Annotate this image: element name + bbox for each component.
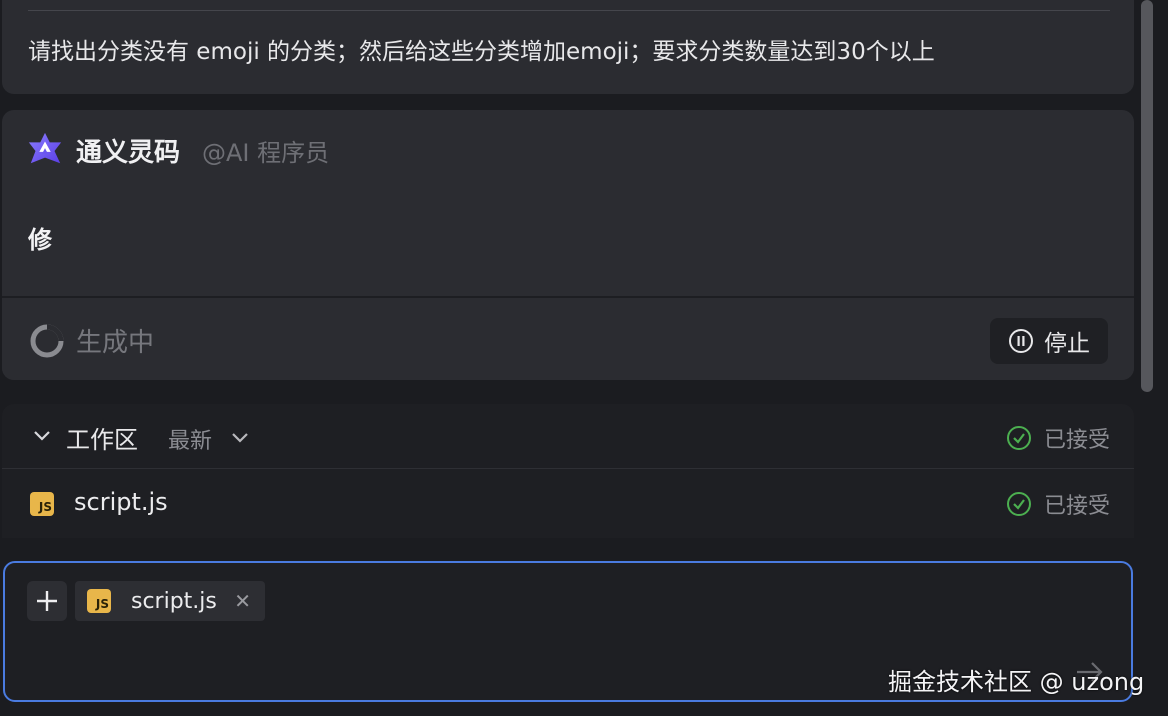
divider	[2, 468, 1134, 469]
check-circle-icon	[1006, 492, 1031, 516]
generating-label: 生成中	[76, 328, 155, 358]
stop-button[interactable]: 停止	[990, 318, 1108, 364]
user-message-card: 请找出分类没有 emoji 的分类；然后给这些分类增加emoji；要求分类数量达…	[2, 0, 1134, 94]
workspace-accepted-status: 已接受	[1006, 422, 1110, 454]
version-selector[interactable]: 最新	[168, 423, 212, 455]
pause-circle-icon	[1009, 329, 1033, 353]
ai-chat-panel: 请找出分类没有 emoji 的分类；然后给这些分类增加emoji；要求分类数量达…	[0, 0, 1168, 716]
accepted-label: 已接受	[1043, 428, 1110, 453]
file-name[interactable]: script.js	[74, 488, 168, 516]
tongyi-lingma-logo-icon	[28, 132, 62, 164]
workspace-title: 工作区	[66, 426, 138, 454]
workspace-file-row[interactable]: JS script.js 已接受	[2, 470, 1134, 538]
assistant-name: 通义灵码	[76, 137, 181, 168]
context-file-name: script.js	[131, 588, 217, 614]
assistant-message-card: 通义灵码 @AI 程序员 修 生成中 停止	[2, 110, 1134, 380]
loading-spinner-icon	[30, 324, 64, 357]
stop-label: 停止	[1044, 331, 1090, 357]
context-file-chip[interactable]: JS script.js ✕	[75, 581, 265, 621]
close-icon[interactable]: ✕	[234, 589, 251, 613]
assistant-role: @AI 程序员	[202, 138, 330, 167]
file-accepted-status: 已接受	[1006, 488, 1110, 520]
chevron-down-icon[interactable]	[230, 428, 250, 448]
check-circle-icon	[1006, 426, 1031, 450]
js-file-icon: JS	[87, 589, 111, 613]
assistant-header: 通义灵码 @AI 程序员	[26, 130, 329, 170]
accepted-label: 已接受	[1043, 494, 1110, 519]
plus-icon	[37, 591, 57, 611]
chevron-down-icon[interactable]	[32, 426, 52, 446]
watermark: 掘金技术社区 @ uzong	[888, 668, 1145, 696]
workspace-header[interactable]: 工作区 最新 已接受	[2, 404, 1134, 468]
workspace-panel: 工作区 最新 已接受 JS script.js 已接受	[2, 404, 1134, 538]
assistant-reply-text: 修	[28, 226, 52, 254]
add-context-button[interactable]	[27, 581, 67, 621]
js-file-icon: JS	[30, 492, 54, 516]
user-message-text: 请找出分类没有 emoji 的分类；然后给这些分类增加emoji；要求分类数量达…	[28, 39, 935, 65]
generation-status-bar: 生成中 停止	[2, 298, 1134, 380]
divider	[28, 10, 1110, 11]
scrollbar-thumb[interactable]	[1141, 0, 1153, 392]
generating-status: 生成中	[30, 322, 154, 359]
